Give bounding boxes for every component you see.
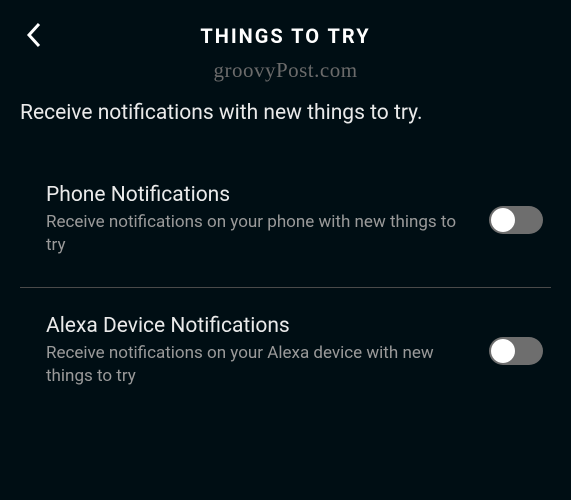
settings-list: Phone Notifications Receive notification… — [0, 125, 571, 410]
setting-text: Alexa Device Notifications Receive notif… — [46, 314, 489, 388]
alexa-device-notifications-toggle[interactable] — [489, 337, 543, 365]
setting-title: Alexa Device Notifications — [46, 314, 469, 338]
divider — [20, 287, 551, 288]
chevron-left-icon — [24, 20, 44, 50]
page-title: THINGS TO TRY — [200, 24, 370, 48]
setting-text: Phone Notifications Receive notification… — [46, 183, 489, 257]
setting-subtitle: Receive notifications on your Alexa devi… — [46, 342, 469, 388]
setting-title: Phone Notifications — [46, 183, 469, 207]
phone-notifications-toggle[interactable] — [489, 206, 543, 234]
toggle-knob — [491, 339, 515, 363]
page-description: Receive notifications with new things to… — [0, 83, 571, 125]
toggle-knob — [491, 208, 515, 232]
back-button[interactable] — [24, 20, 44, 54]
setting-row-phone-notifications: Phone Notifications Receive notification… — [0, 165, 571, 279]
setting-row-alexa-device-notifications: Alexa Device Notifications Receive notif… — [0, 296, 571, 410]
watermark-text: groovyPost.com — [0, 58, 571, 83]
header: THINGS TO TRY — [0, 0, 571, 54]
setting-subtitle: Receive notifications on your phone with… — [46, 211, 469, 257]
